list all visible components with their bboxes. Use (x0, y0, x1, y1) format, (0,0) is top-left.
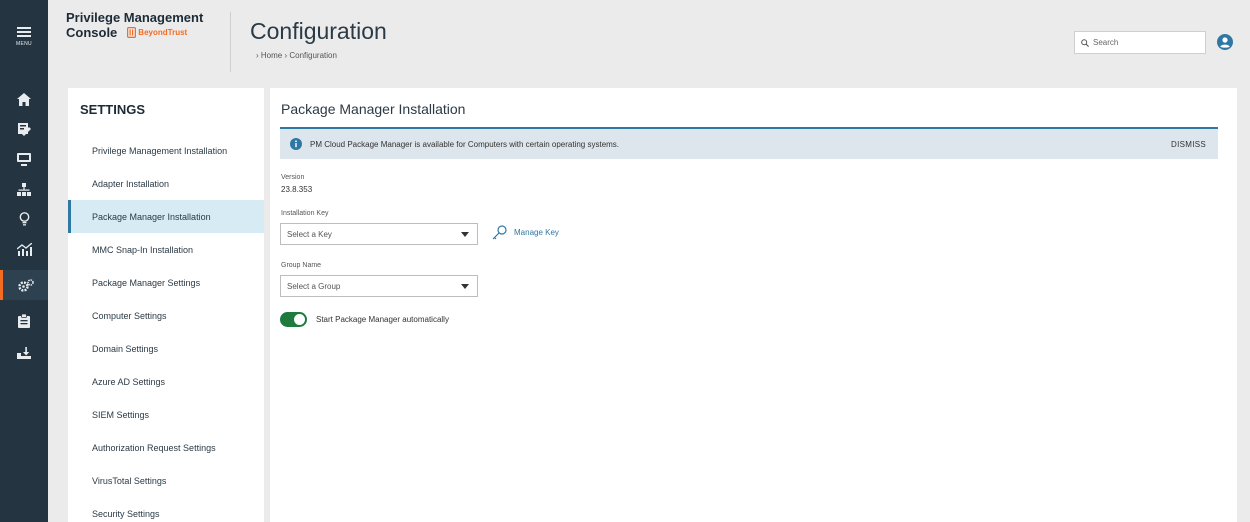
menu-button[interactable]: MENU (0, 0, 48, 72)
banner-text: PM Cloud Package Manager is available fo… (310, 139, 620, 149)
group-name-label: Group Name (281, 262, 322, 269)
settings-item-domain-settings[interactable]: Domain Settings (68, 332, 264, 365)
settings-item-security-settings[interactable]: Security Settings (68, 497, 264, 522)
rail-item-tasks[interactable] (0, 306, 48, 336)
settings-title: SETTINGS (80, 102, 146, 117)
dismiss-button[interactable]: DISMISS (1171, 140, 1206, 149)
auto-start-setting: Start Package Manager automatically (280, 312, 449, 327)
manage-key-link[interactable]: Manage Key (492, 225, 559, 240)
settings-item-virustotal-settings[interactable]: VirusTotal Settings (68, 464, 264, 497)
rail-item-policies[interactable] (0, 114, 48, 144)
group-name-select[interactable]: Select a Group (280, 275, 478, 297)
analytics-icon (16, 242, 32, 256)
settings-item-package-manager-settings[interactable]: Package Manager Settings (68, 266, 264, 299)
beyondtrust-logo-icon (127, 27, 137, 38)
rail-item-home[interactable] (0, 84, 48, 114)
clipboard-icon (18, 314, 30, 328)
settings-item-mmc-snap-in-installation[interactable]: MMC Snap-In Installation (68, 233, 264, 266)
rail-item-computers[interactable] (0, 144, 48, 174)
rail-item-downloads[interactable] (0, 338, 48, 368)
search-placeholder: Search (1093, 38, 1119, 47)
auto-start-label: Start Package Manager automatically (316, 315, 449, 324)
home-icon (17, 92, 31, 106)
settings-item-siem-settings[interactable]: SIEM Settings (68, 398, 264, 431)
page-header: Privilege Management Console BeyondTrust… (48, 0, 1250, 86)
rail-item-configuration[interactable] (0, 270, 48, 300)
group-name-value: Select a Group (287, 281, 341, 291)
installation-key-select[interactable]: Select a Key (280, 223, 478, 245)
brand-line-2: Console (66, 25, 118, 40)
configuration-icon (17, 278, 34, 292)
brand[interactable]: Privilege Management Console BeyondTrust (66, 10, 226, 40)
page-title: Configuration (250, 18, 387, 44)
chevron-down-icon (461, 232, 469, 237)
section-title: Package Manager Installation (281, 101, 466, 117)
header-divider (230, 12, 231, 72)
download-icon (17, 347, 31, 359)
search-icon (1081, 38, 1089, 47)
hamburger-icon (17, 25, 31, 39)
rail-item-insights[interactable] (0, 204, 48, 234)
groups-icon (17, 182, 31, 196)
menu-label: MENU (16, 41, 32, 47)
chevron-down-icon (461, 284, 469, 289)
policy-icon (17, 122, 31, 136)
user-icon[interactable] (1217, 34, 1233, 50)
installation-key-value: Select a Key (287, 229, 332, 239)
settings-item-adapter-installation[interactable]: Adapter Installation (68, 167, 264, 200)
rail-item-analytics[interactable] (0, 234, 48, 264)
computer-icon (17, 152, 31, 166)
version-label: Version (281, 174, 305, 181)
settings-panel: SETTINGS Privilege Management Installati… (68, 88, 264, 522)
version-value: 23.8.353 (281, 185, 313, 194)
settings-item-privilege-management-installation[interactable]: Privilege Management Installation (68, 134, 264, 167)
main-panel: Package Manager Installation PM Cloud Pa… (270, 88, 1237, 522)
toggle-knob (294, 314, 305, 325)
beyondtrust-logo-text: BeyondTrust (138, 28, 188, 37)
lightbulb-icon (19, 212, 29, 226)
settings-item-authorization-request-settings[interactable]: Authorization Request Settings (68, 431, 264, 464)
settings-item-azure-ad-settings[interactable]: Azure AD Settings (68, 365, 264, 398)
installation-key-label: Installation Key (281, 210, 329, 217)
info-icon (290, 138, 302, 150)
settings-item-package-manager-installation[interactable]: Package Manager Installation (68, 200, 264, 233)
search-input[interactable]: Search (1074, 31, 1206, 54)
info-banner: PM Cloud Package Manager is available fo… (280, 129, 1218, 159)
rail-item-groups[interactable] (0, 174, 48, 204)
settings-item-computer-settings[interactable]: Computer Settings (68, 299, 264, 332)
manage-key-label: Manage Key (514, 228, 559, 237)
auto-start-toggle[interactable] (280, 312, 307, 327)
beyondtrust-logo: BeyondTrust (127, 27, 187, 38)
key-icon (492, 225, 507, 240)
breadcrumb[interactable]: › Home › Configuration (256, 51, 337, 60)
nav-rail: MENU (0, 0, 48, 522)
brand-line-1: Privilege Management (66, 10, 204, 25)
